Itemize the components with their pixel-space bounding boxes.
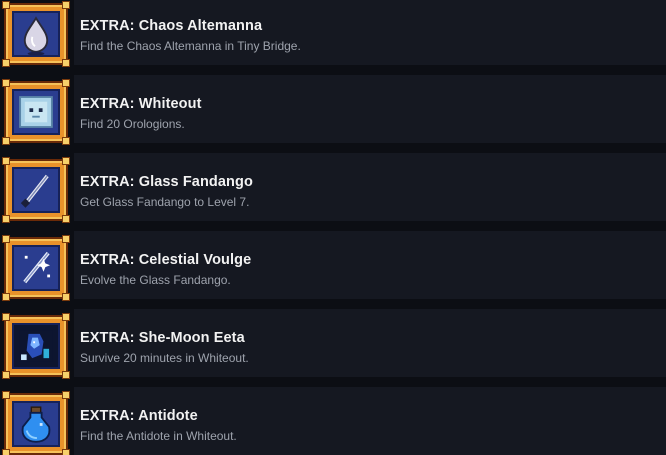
achievement-badge <box>2 235 70 301</box>
achievement-icon-cell <box>0 309 74 379</box>
achievement-badge <box>2 79 70 145</box>
achievement-row[interactable]: EXTRA: Celestial Voulge Evolve the Glass… <box>0 231 666 301</box>
achievement-badge <box>2 1 70 67</box>
achievement-description: Get Glass Fandango to Level 7. <box>80 195 250 209</box>
achievement-description: Find the Antidote in Whiteout. <box>80 429 237 443</box>
achievement-text: EXTRA: Glass Fandango Get Glass Fandango… <box>74 153 666 221</box>
achievement-text: EXTRA: Chaos Altemanna Find the Chaos Al… <box>74 0 666 65</box>
achievement-text: EXTRA: She-Moon Eeta Survive 20 minutes … <box>74 309 666 377</box>
achievement-title: EXTRA: Whiteout <box>80 96 202 112</box>
achievement-text: EXTRA: Antidote Find the Antidote in Whi… <box>74 387 666 455</box>
sword-icon <box>20 174 49 208</box>
achievement-icon-cell <box>0 75 74 145</box>
achievement-text: EXTRA: Whiteout Find 20 Orologions. <box>74 75 666 143</box>
achievement-description: Find the Chaos Altemanna in Tiny Bridge. <box>80 39 301 53</box>
achievement-title: EXTRA: Chaos Altemanna <box>80 18 263 34</box>
achievement-icon-cell <box>0 153 74 223</box>
potion-icon <box>21 406 51 443</box>
achievement-row[interactable]: EXTRA: She-Moon Eeta Survive 20 minutes … <box>0 309 666 379</box>
achievement-text: EXTRA: Celestial Voulge Evolve the Glass… <box>74 231 666 299</box>
gem-drop-icon <box>23 16 49 56</box>
achievement-row[interactable]: EXTRA: Chaos Altemanna Find the Chaos Al… <box>0 0 666 67</box>
achievement-title: EXTRA: Antidote <box>80 408 198 424</box>
achievement-description: Survive 20 minutes in Whiteout. <box>80 351 249 365</box>
achievement-title: EXTRA: Glass Fandango <box>80 174 253 190</box>
achievement-list: EXTRA: Chaos Altemanna Find the Chaos Al… <box>0 0 666 455</box>
achievement-description: Find 20 Orologions. <box>80 117 185 131</box>
achievement-icon-cell <box>0 231 74 301</box>
achievement-title: EXTRA: Celestial Voulge <box>80 252 252 268</box>
achievement-title: EXTRA: She-Moon Eeta <box>80 330 245 346</box>
achievement-badge <box>2 313 70 379</box>
achievement-badge <box>2 391 70 455</box>
character-portrait-icon <box>19 330 53 362</box>
achievement-icon-cell <box>0 0 74 67</box>
sparkle-sword-icon <box>23 251 51 284</box>
achievement-badge <box>2 157 70 223</box>
achievement-icon-cell <box>0 387 74 455</box>
achievement-row[interactable]: EXTRA: Glass Fandango Get Glass Fandango… <box>0 153 666 223</box>
achievement-row[interactable]: EXTRA: Antidote Find the Antidote in Whi… <box>0 387 666 455</box>
achievement-row[interactable]: EXTRA: Whiteout Find 20 Orologions. <box>0 75 666 145</box>
ghost-icon <box>19 96 53 128</box>
achievement-description: Evolve the Glass Fandango. <box>80 273 231 287</box>
